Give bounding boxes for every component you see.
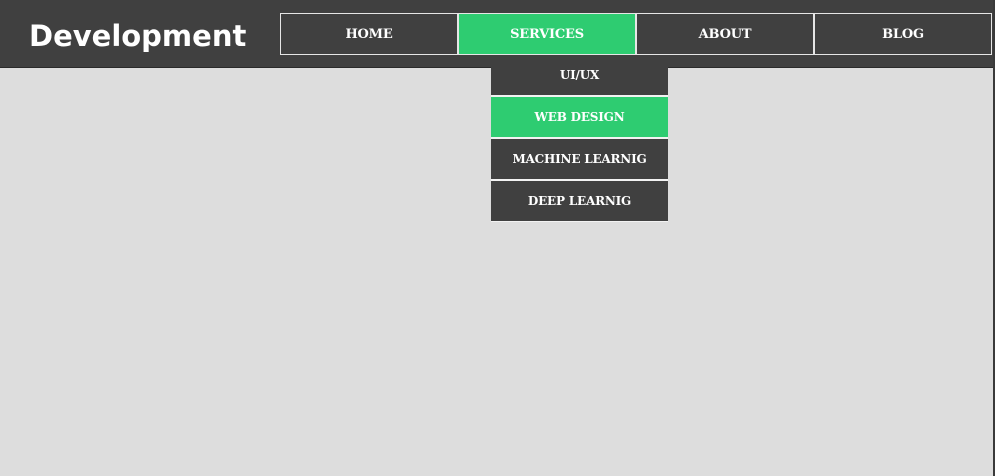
nav-item-home[interactable]: HOME xyxy=(280,13,458,55)
nav-item-services[interactable]: SERVICES xyxy=(458,13,636,55)
nav-item-about[interactable]: ABOUT xyxy=(636,13,814,55)
dropdown-item-web-design[interactable]: WEB DESIGN xyxy=(491,97,668,139)
dropdown-item-ui-ux[interactable]: UI/UX xyxy=(491,55,668,97)
site-logo[interactable]: Development xyxy=(29,16,246,56)
services-dropdown-menu: UI/UX WEB DESIGN MACHINE LEARNIG DEEP LE… xyxy=(491,55,668,222)
dropdown-item-deep-learning[interactable]: DEEP LEARNIG xyxy=(491,181,668,222)
main-nav: HOME SERVICES ABOUT BLOG xyxy=(280,13,992,55)
dropdown-item-machine-learning[interactable]: MACHINE LEARNIG xyxy=(491,139,668,181)
nav-item-blog[interactable]: BLOG xyxy=(814,13,992,55)
